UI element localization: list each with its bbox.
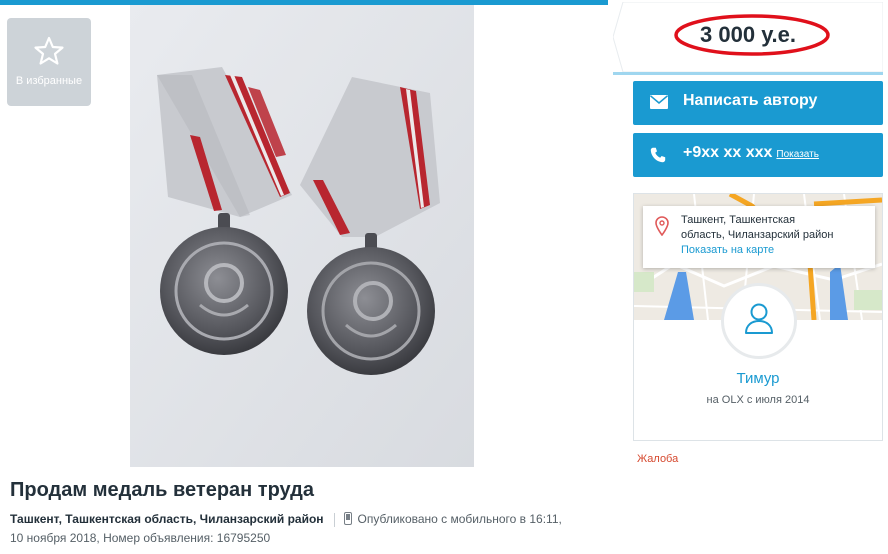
- phone-icon: [650, 147, 666, 163]
- seller-address: Ташкент, Ташкентская область, Чиланзарск…: [681, 213, 833, 243]
- seller-address-line2: область, Чиланзарский район: [681, 229, 834, 241]
- address-popup: Ташкент, Ташкентская область, Чиланзарск…: [643, 206, 875, 268]
- ad-date-and-id: 10 ноября 2018, Номер объявления: 167952…: [10, 531, 271, 545]
- show-phone-link[interactable]: Показать: [776, 149, 819, 160]
- medals-image: [130, 5, 474, 467]
- seller-name[interactable]: Тимур: [634, 370, 882, 387]
- meta-divider: [333, 512, 335, 527]
- ad-photo[interactable]: [130, 5, 474, 467]
- price-box: 3 000 у.е.: [613, 2, 883, 72]
- ad-meta: Ташкент, Ташкентская область, Чиланзарск…: [10, 510, 600, 548]
- add-to-favorites-button[interactable]: В избранные: [7, 18, 91, 106]
- write-to-author-label: Написать автору: [683, 92, 818, 109]
- ad-title: Продам медаль ветеран труда: [10, 479, 314, 501]
- favorites-label: В избранные: [15, 75, 83, 87]
- complaint-link[interactable]: Жалоба: [637, 453, 678, 465]
- write-to-author-button[interactable]: Написать автору: [633, 81, 883, 125]
- show-on-map-link[interactable]: Показать на карте: [681, 244, 774, 256]
- star-icon: [34, 36, 64, 65]
- price-divider: [613, 72, 883, 75]
- ad-published: Опубликовано с мобильного в 16:11,: [357, 512, 562, 526]
- phone-number: +9хх хх ххх: [683, 144, 773, 161]
- ad-location: Ташкент, Ташкентская область, Чиланзарск…: [10, 512, 324, 526]
- seller-address-line1: Ташкент, Ташкентская: [681, 214, 796, 226]
- price-highlight-circle: [674, 14, 830, 56]
- seller-avatar[interactable]: [721, 283, 797, 359]
- seller-since: на OLX с июля 2014: [706, 394, 810, 406]
- user-icon: [745, 303, 773, 334]
- map-pin-icon: [655, 216, 669, 236]
- seller-card: Ташкент, Ташкентская область, Чиланзарск…: [633, 193, 883, 441]
- show-phone-button[interactable]: +9хх хх ххх Показать: [633, 133, 883, 177]
- mobile-phone-icon: [343, 512, 352, 525]
- envelope-icon: [650, 95, 668, 109]
